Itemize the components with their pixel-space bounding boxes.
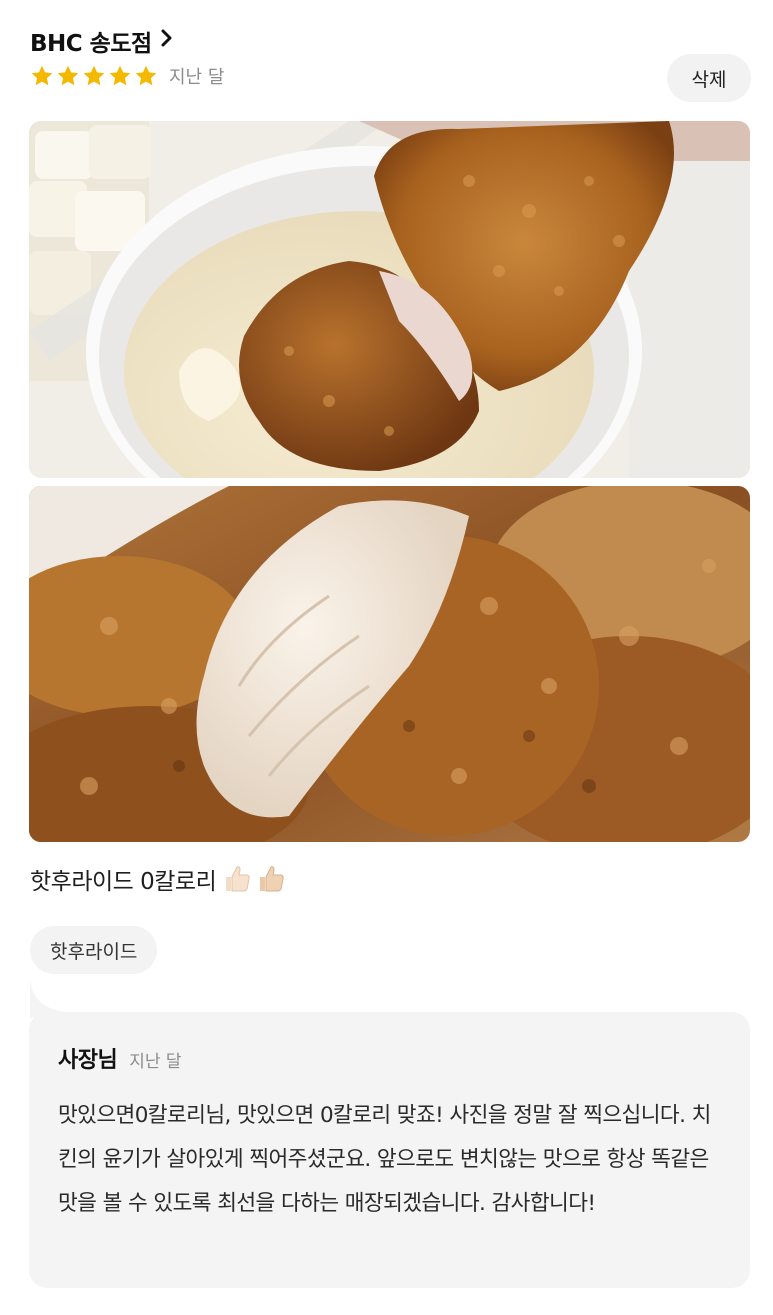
review-photo-2[interactable] [29,486,750,842]
menu-tag-chip[interactable]: 핫후라이드 [30,926,158,974]
star-icon [57,65,79,86]
review-text: 핫후라이드 0칼로리 [30,862,288,896]
store-name: BHC 송도점 [30,31,152,57]
fried-chicken-closeup-photo [29,486,750,842]
reply-author: 사장님 [58,1048,118,1073]
delete-button[interactable]: 삭제 [667,54,751,102]
store-link[interactable]: BHC 송도점 [30,24,174,58]
star-icon [83,65,105,86]
review-date: 지난 달 [169,67,225,88]
star-icon [31,65,53,86]
star-rating [30,64,158,88]
reply-date: 지난 달 [129,1052,182,1072]
review-text-content: 핫후라이드 0칼로리 [30,869,217,895]
star-icon [109,65,131,86]
reply-body: 맛있으면0칼로리님, 맛있으면 0칼로리 맞죠! 사진을 정말 잘 찍으십니다.… [58,1103,711,1216]
chevron-right-icon [160,28,174,54]
rating-row: 지난 달 [30,63,224,89]
thumbs-up-medium-light-icon [260,866,284,892]
owner-reply: 사장님 지난 달 맛있으면0칼로리님, 맛있으면 0칼로리 맞죠! 사진을 정말… [29,1012,750,1288]
fried-chicken-with-sauce-photo [29,121,750,478]
review-card: BHC 송도점 지난 달 삭제 핫후라이드 0칼로리 핫후라이드 사장님 지난 … [0,0,773,1315]
star-icon [135,65,157,86]
thumbs-up-light-icon [226,866,250,892]
review-photo-1[interactable] [29,121,750,478]
